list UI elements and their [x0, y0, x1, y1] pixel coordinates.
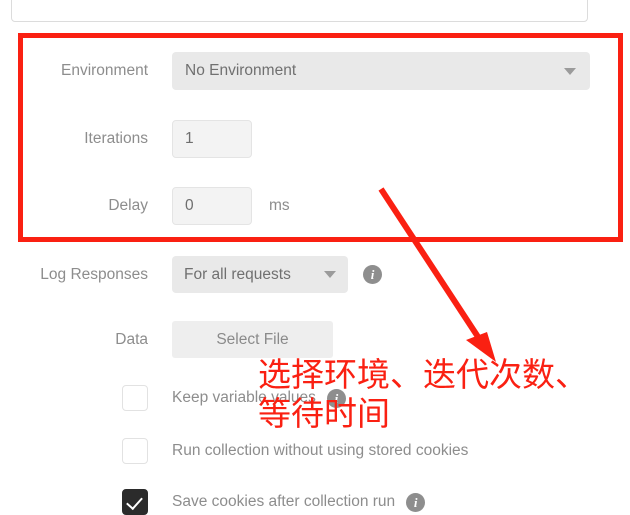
- log-responses-row: Log Responses For all requests i: [0, 256, 630, 293]
- log-responses-select[interactable]: For all requests: [172, 256, 348, 293]
- select-file-button[interactable]: Select File: [172, 321, 333, 358]
- save-cookies-checkbox[interactable]: [122, 489, 148, 515]
- iterations-input[interactable]: [172, 120, 252, 158]
- collection-runner-settings-panel: Environment No Environment Iterations De…: [0, 0, 630, 515]
- info-icon[interactable]: i: [406, 492, 426, 512]
- data-label: Data: [115, 330, 148, 348]
- environment-select-value: No Environment: [185, 62, 297, 79]
- chevron-down-icon: [564, 67, 576, 75]
- data-row: Data Select File: [0, 321, 630, 358]
- environment-select[interactable]: No Environment: [172, 52, 590, 90]
- run-without-cookies-label: Run collection without using stored cook…: [172, 442, 469, 459]
- delay-row: Delay ms: [0, 187, 630, 225]
- save-cookies-row: Save cookies after collection run i: [122, 489, 426, 515]
- delay-label: Delay: [108, 197, 148, 214]
- save-cookies-label: Save cookies after collection run: [172, 493, 396, 510]
- keep-variable-values-label: Keep variable values: [172, 389, 316, 406]
- info-icon[interactable]: i: [326, 388, 346, 408]
- environment-row: Environment No Environment: [0, 52, 630, 90]
- chevron-down-icon: [324, 271, 336, 278]
- delay-input[interactable]: [172, 187, 252, 225]
- delay-unit-label: ms: [269, 197, 290, 214]
- iterations-label: Iterations: [84, 130, 148, 147]
- iterations-row: Iterations: [0, 120, 630, 158]
- collection-name-input-box[interactable]: [11, 0, 588, 22]
- info-icon[interactable]: i: [363, 265, 382, 284]
- environment-label: Environment: [60, 62, 148, 79]
- keep-variable-values-row: Keep variable values i: [122, 385, 346, 411]
- log-responses-select-value: For all requests: [184, 265, 291, 283]
- run-without-cookies-checkbox[interactable]: [122, 438, 148, 464]
- run-without-cookies-row: Run collection without using stored cook…: [122, 438, 468, 464]
- keep-variable-values-checkbox[interactable]: [122, 385, 148, 411]
- log-responses-label: Log Responses: [40, 265, 148, 283]
